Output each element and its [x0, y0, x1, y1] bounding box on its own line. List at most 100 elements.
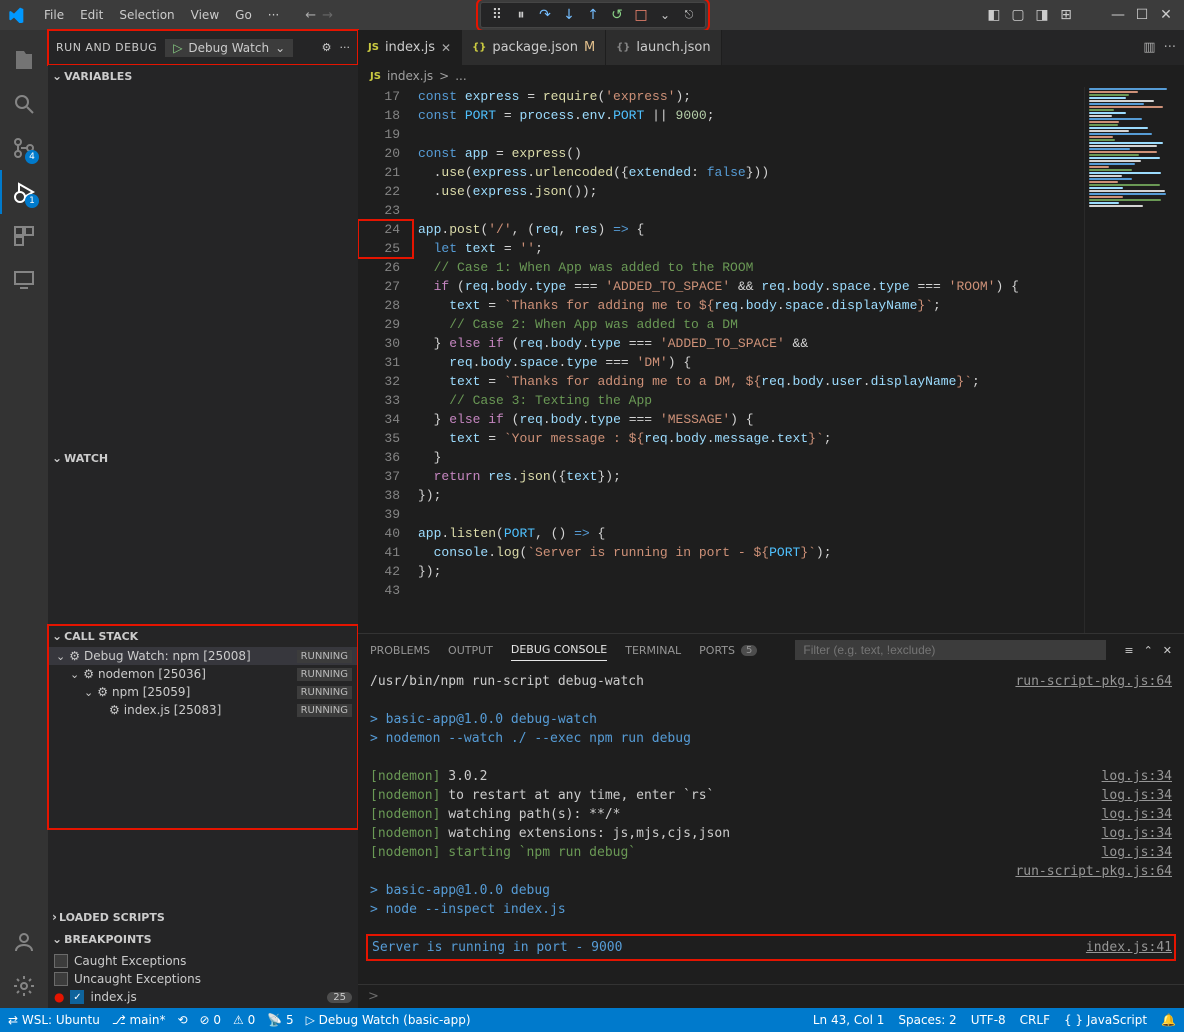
layout-bottom-icon[interactable]: ▢ — [1008, 5, 1028, 25]
source-link[interactable]: log.js:34 — [1102, 843, 1172, 862]
source-link[interactable]: index.js:41 — [1086, 938, 1172, 957]
minimap[interactable] — [1084, 87, 1184, 633]
extensions-icon[interactable] — [0, 214, 48, 258]
chevron-icon[interactable]: ⌄ — [84, 686, 93, 699]
panel-close-icon[interactable]: ✕ — [1163, 644, 1172, 657]
settings-gear-icon[interactable] — [0, 964, 48, 1008]
debug-icon[interactable]: 1 — [0, 170, 48, 214]
pause-icon[interactable]: ⏸ — [511, 5, 531, 25]
debug-status[interactable]: ▷ Debug Watch (basic-app) — [306, 1013, 471, 1027]
callstack-row[interactable]: ⌄⚙Debug Watch: npm [25008]RUNNING — [48, 647, 358, 665]
callstack-row[interactable]: ⚙index.js [25083]RUNNING — [48, 701, 358, 719]
layout-custom-icon[interactable]: ⊞ — [1056, 5, 1076, 25]
variables-section-header[interactable]: ⌄VARIABLES — [48, 65, 358, 87]
tab-debug-console[interactable]: DEBUG CONSOLE — [511, 639, 607, 661]
breadcrumb-file[interactable]: index.js — [387, 69, 433, 83]
menu-go[interactable]: Go — [227, 4, 260, 26]
branch-status[interactable]: ⎇ main* — [112, 1013, 166, 1027]
more-actions-icon[interactable]: ··· — [1164, 40, 1176, 55]
window-minimize-icon[interactable]: — — [1108, 5, 1128, 25]
panel: PROBLEMS OUTPUT DEBUG CONSOLE TERMINAL P… — [358, 633, 1184, 1008]
accounts-icon[interactable] — [0, 920, 48, 964]
tab-problems[interactable]: PROBLEMS — [370, 640, 430, 661]
cursor-position[interactable]: Ln 43, Col 1 — [813, 1013, 885, 1027]
window-close-icon[interactable]: ✕ — [1156, 5, 1176, 25]
source-link[interactable]: run-script-pkg.js:64 — [1015, 862, 1172, 881]
sync-icon[interactable]: ⟲ — [177, 1013, 187, 1027]
chevron-icon[interactable]: ⌄ — [70, 668, 79, 681]
split-editor-icon[interactable]: ▥ — [1143, 40, 1155, 55]
callstack-section-header[interactable]: ⌄CALL STACK — [48, 625, 358, 647]
tab-terminal[interactable]: TERMINAL — [625, 640, 681, 661]
menu-selection[interactable]: Selection — [111, 4, 182, 26]
drag-handle-icon[interactable]: ⠿ — [487, 5, 507, 25]
menu-file[interactable]: File — [36, 4, 72, 26]
window-maximize-icon[interactable]: ☐ — [1132, 5, 1152, 25]
callstack-row[interactable]: ⌄⚙npm [25059]RUNNING — [48, 683, 358, 701]
step-into-icon[interactable]: ↓ — [559, 5, 579, 25]
code-editor[interactable]: 1718192021222324252627282930313233343536… — [358, 87, 1184, 633]
menu-edit[interactable]: Edit — [72, 4, 111, 26]
checkbox[interactable] — [54, 972, 68, 986]
explorer-icon[interactable] — [0, 38, 48, 82]
console-line: [nodemon] watching path(s): **/*log.js:3… — [370, 805, 1172, 824]
search-icon[interactable] — [0, 82, 48, 126]
indent-status[interactable]: Spaces: 2 — [898, 1013, 956, 1027]
editor-tab[interactable]: {}launch.json — [606, 30, 721, 65]
step-out-icon[interactable]: ↑ — [583, 5, 603, 25]
panel-action-icon[interactable]: ≡ — [1124, 644, 1133, 657]
ports-status[interactable]: 📡 5 — [267, 1013, 293, 1027]
source-link[interactable]: log.js:34 — [1102, 786, 1172, 805]
source-link[interactable]: run-script-pkg.js:64 — [1015, 672, 1172, 691]
status-badge: RUNNING — [297, 668, 352, 681]
layout-right-icon[interactable]: ◨ — [1032, 5, 1052, 25]
breakpoints-section-header[interactable]: ⌄BREAKPOINTS — [48, 928, 358, 950]
editor-tab[interactable]: JSindex.js✕ — [358, 30, 462, 65]
step-over-icon[interactable]: ↷ — [535, 5, 555, 25]
language-status[interactable]: { } JavaScript — [1064, 1013, 1147, 1027]
close-icon[interactable]: ✕ — [441, 41, 451, 55]
watch-body — [48, 469, 358, 625]
gear-icon[interactable]: ⚙ — [322, 41, 332, 54]
eol-status[interactable]: CRLF — [1020, 1013, 1050, 1027]
chevron-icon[interactable]: ⌄ — [56, 650, 65, 663]
bp-label[interactable]: index.js — [90, 990, 136, 1004]
callstack-label: Debug Watch: npm [25008] — [84, 649, 251, 663]
debug-console-input[interactable]: > — [358, 984, 1184, 1008]
restart-icon[interactable]: ↺ — [607, 5, 627, 25]
play-icon[interactable]: ▷ — [173, 41, 182, 55]
breadcrumb[interactable]: JS index.js > ... — [358, 65, 1184, 87]
remote-explorer-icon[interactable] — [0, 258, 48, 302]
stop-icon[interactable]: □ — [631, 5, 651, 25]
menu-more[interactable]: ··· — [260, 4, 287, 26]
source-link[interactable]: log.js:34 — [1102, 824, 1172, 843]
debug-console[interactable]: /usr/bin/npm run-script debug-watchrun-s… — [358, 666, 1184, 984]
tab-ports[interactable]: PORTS — [699, 640, 735, 661]
source-link[interactable]: log.js:34 — [1102, 805, 1172, 824]
callstack-row[interactable]: ⌄⚙nodemon [25036]RUNNING — [48, 665, 358, 683]
stop-dropdown-icon[interactable]: ⌄ — [655, 5, 675, 25]
errors-status[interactable]: ⊘ 0 — [200, 1013, 222, 1027]
checkbox[interactable]: ✓ — [70, 990, 84, 1004]
remote-status[interactable]: ⇄ WSL: Ubuntu — [8, 1013, 100, 1027]
more-icon[interactable]: ··· — [340, 41, 351, 54]
encoding-status[interactable]: UTF-8 — [971, 1013, 1006, 1027]
chevron-down-icon[interactable]: ⌄ — [275, 41, 285, 55]
notifications-icon[interactable]: 🔔 — [1161, 1013, 1176, 1027]
disconnect-icon[interactable]: ⎋ — [679, 5, 699, 25]
watch-section-header[interactable]: ⌄WATCH — [48, 447, 358, 469]
checkbox[interactable] — [54, 954, 68, 968]
source-control-icon[interactable]: 4 — [0, 126, 48, 170]
loaded-scripts-section-header[interactable]: ›LOADED SCRIPTS — [48, 906, 358, 928]
source-link[interactable]: log.js:34 — [1102, 767, 1172, 786]
nav-back-icon[interactable]: ← — [305, 8, 316, 23]
nav-fwd-icon[interactable]: → — [322, 8, 333, 23]
panel-maximize-icon[interactable]: ⌃ — [1144, 644, 1153, 657]
menu-view[interactable]: View — [183, 4, 227, 26]
debug-filter-input[interactable] — [795, 640, 1106, 660]
layout-left-icon[interactable]: ◧ — [984, 5, 1004, 25]
warnings-status[interactable]: ⚠ 0 — [233, 1013, 255, 1027]
tab-output[interactable]: OUTPUT — [448, 640, 493, 661]
editor-tab[interactable]: {}package.jsonM — [462, 30, 606, 65]
debug-config-selector[interactable]: ▷ Debug Watch ⌄ — [165, 39, 293, 57]
